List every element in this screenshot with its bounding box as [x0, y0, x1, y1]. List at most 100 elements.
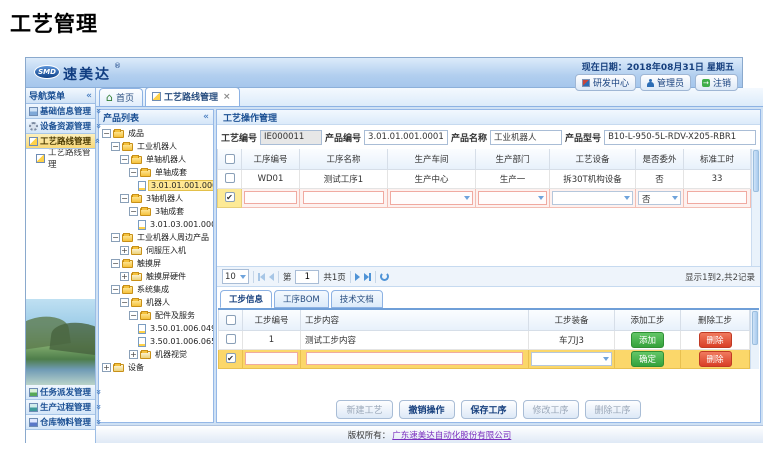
delete-process-button[interactable]: 删除工序 — [585, 400, 641, 419]
col-header[interactable]: 生产车间 — [388, 149, 476, 169]
logout-button[interactable]: → 注销 — [695, 74, 738, 91]
select-all-checkbox[interactable] — [226, 315, 236, 325]
last-page-button[interactable] — [364, 273, 371, 281]
product-name-field[interactable] — [490, 130, 562, 145]
collapse-expander-icon[interactable] — [129, 168, 138, 177]
step-equipment-select[interactable] — [531, 352, 612, 366]
scrollbar-thumb[interactable] — [752, 311, 758, 345]
vertical-scrollbar[interactable] — [750, 310, 759, 369]
expand-expander-icon[interactable] — [120, 246, 129, 255]
edit-step-content-input[interactable] — [306, 352, 524, 365]
tab-step-info[interactable]: 工步信息 — [220, 290, 272, 308]
tree-node[interactable]: 3.50.01.006.0493 — [99, 322, 213, 335]
admin-button[interactable]: 管理员 — [640, 74, 691, 91]
tree-node[interactable]: 工业机器人 — [99, 140, 213, 153]
edit-std-hours-input[interactable] — [687, 191, 748, 204]
refresh-icon[interactable] — [380, 272, 389, 281]
prev-page-button[interactable] — [269, 273, 274, 281]
collapse-expander-icon[interactable] — [111, 285, 120, 294]
tree-node[interactable]: 工业机器人周边产品 — [99, 231, 213, 244]
undo-button[interactable]: 撤销操作 — [399, 400, 455, 419]
col-header[interactable]: 工步内容 — [301, 310, 529, 330]
page-number-input[interactable] — [295, 270, 319, 284]
save-process-button[interactable]: 保存工序 — [461, 400, 517, 419]
collapse-expander-icon[interactable] — [111, 142, 120, 151]
collapse-expander-icon[interactable] — [129, 207, 138, 216]
col-header[interactable]: 工步装备 — [529, 310, 615, 330]
tab-tech-docs[interactable]: 技术文档 — [331, 290, 383, 308]
delete-step-button[interactable]: 删除 — [699, 351, 732, 367]
tree-node[interactable]: 机器视觉 — [99, 348, 213, 361]
collapse-expander-icon[interactable] — [120, 155, 129, 164]
tree-node[interactable]: 伺服压入机 — [99, 244, 213, 257]
edit-step-no-input[interactable] — [245, 352, 297, 365]
add-step-button[interactable]: 添加 — [631, 332, 664, 348]
col-header[interactable]: 生产部门 — [476, 149, 550, 169]
nav-group-warehouse[interactable]: 仓库物料管理 » — [26, 415, 95, 430]
collapse-tree-icon[interactable]: « — [203, 112, 209, 122]
col-header[interactable]: 工艺设备 — [550, 149, 636, 169]
row-checkbox-checked[interactable] — [226, 353, 236, 363]
row-checkbox-checked[interactable] — [225, 192, 235, 202]
row-checkbox[interactable] — [225, 173, 235, 183]
collapse-expander-icon[interactable] — [102, 129, 111, 138]
tree-node[interactable]: 触摸屏硬件 — [99, 270, 213, 283]
tree-node[interactable]: 3轴机器人 — [99, 192, 213, 205]
new-craft-button[interactable]: 新建工艺 — [336, 400, 392, 419]
col-header[interactable]: 工步编号 — [243, 310, 301, 330]
rd-center-button[interactable]: 研发中心 — [575, 74, 636, 91]
nav-item-process-route[interactable]: 工艺路线管理 — [26, 149, 95, 167]
product-no-field[interactable] — [364, 130, 448, 145]
collapse-expander-icon[interactable] — [111, 233, 120, 242]
tree-node[interactable]: 系统集成 — [99, 283, 213, 296]
col-header[interactable]: 是否委外 — [636, 149, 684, 169]
tree-node[interactable]: 单轴机器人 — [99, 153, 213, 166]
equipment-select[interactable] — [552, 191, 633, 205]
tree-node[interactable]: 单轴成套 — [99, 166, 213, 179]
product-model-field[interactable] — [604, 130, 756, 145]
modify-process-button[interactable]: 修改工序 — [523, 400, 579, 419]
outsource-select[interactable]: 否 — [638, 191, 681, 205]
expand-expander-icon[interactable] — [102, 363, 111, 372]
tree-node[interactable]: 3轴成套 — [99, 205, 213, 218]
col-header[interactable]: 添加工步 — [615, 310, 681, 330]
company-link[interactable]: 广东速美达自动化股份有限公司 — [392, 429, 511, 441]
col-header[interactable]: 标准工时 — [684, 149, 751, 169]
nav-group-task-dispatch[interactable]: 任务派发管理 » — [26, 385, 95, 400]
nav-group-process-route[interactable]: 工艺路线管理 » — [26, 134, 95, 149]
edit-step-no-input[interactable] — [244, 191, 296, 204]
tree-node[interactable]: 设备 — [99, 361, 213, 374]
nav-group-basic-info[interactable]: 基础信息管理 » — [26, 104, 95, 119]
tab-process-bom[interactable]: 工序BOM — [274, 290, 329, 308]
confirm-step-button[interactable]: 确定 — [631, 351, 664, 367]
col-header[interactable]: 删除工步 — [681, 310, 750, 330]
nav-group-equipment[interactable]: 设备资源管理 » — [26, 119, 95, 134]
row-checkbox[interactable] — [226, 334, 236, 344]
vertical-scrollbar[interactable] — [751, 149, 760, 266]
tree-node[interactable]: 3.50.01.006.0657 — [99, 335, 213, 348]
table-row[interactable]: WD01 测试工序1 生产中心 生产一 拆30T机构设备 否 33 — [218, 169, 751, 188]
collapse-expander-icon[interactable] — [120, 298, 129, 307]
select-all-checkbox[interactable] — [225, 154, 235, 164]
nav-group-production[interactable]: 生产过程管理 » — [26, 400, 95, 415]
col-header[interactable]: 工序编号 — [242, 149, 300, 169]
table-row[interactable]: 1 测试工步内容 车刀J3 添加 删除 — [219, 330, 750, 349]
edit-step-name-input[interactable] — [303, 191, 383, 204]
tree-node[interactable]: 机器人 — [99, 296, 213, 309]
first-page-button[interactable] — [258, 273, 265, 281]
col-header[interactable]: 工序名称 — [300, 149, 388, 169]
scrollbar-thumb[interactable] — [753, 150, 759, 192]
tree-node[interactable]: 配件及服务 — [99, 309, 213, 322]
department-select[interactable] — [478, 191, 547, 205]
close-icon[interactable]: × — [223, 92, 231, 102]
tab-home[interactable]: ⌂ 首页 — [99, 88, 143, 106]
expand-expander-icon[interactable] — [129, 350, 138, 359]
next-page-button[interactable] — [355, 273, 360, 281]
collapse-expander-icon[interactable] — [111, 259, 120, 268]
table-edit-row[interactable]: 否 — [218, 188, 751, 207]
tree-node-selected[interactable]: 3.01.01.001.0001 — [99, 179, 213, 192]
page-size-select[interactable]: 10 — [222, 269, 249, 284]
collapse-sidebar-icon[interactable]: « — [86, 91, 92, 101]
delete-step-button[interactable]: 删除 — [699, 332, 732, 348]
collapse-expander-icon[interactable] — [120, 194, 129, 203]
